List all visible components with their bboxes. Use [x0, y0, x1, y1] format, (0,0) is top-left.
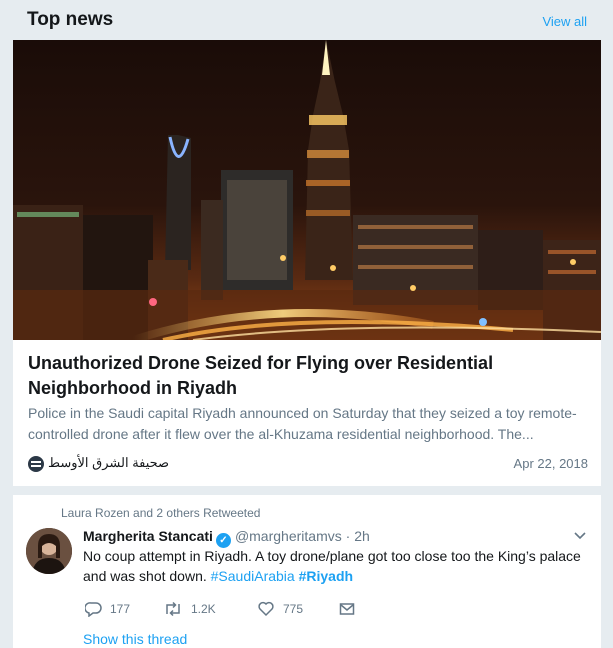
news-source-row: صحيفة الشرق الأوسط Apr 22, 2018: [28, 454, 588, 474]
heart-icon: [258, 601, 274, 617]
retweet-count: 1.2K: [191, 602, 216, 616]
like-count: 775: [283, 602, 304, 616]
message-button[interactable]: [339, 599, 363, 619]
avatar[interactable]: [26, 528, 72, 574]
author-name[interactable]: Margherita Stancati: [83, 528, 213, 544]
section-title: Top news: [27, 9, 114, 30]
retweet-context[interactable]: Laura Rozen and 2 others Retweeted: [61, 506, 260, 520]
news-source: صحيفة الشرق الأوسط: [48, 455, 170, 470]
tweet-author-row: Margherita Stancati ✓ @margheritamvs · 2h: [83, 528, 370, 548]
author-handle[interactable]: @margheritamvs: [235, 528, 342, 544]
show-thread-link[interactable]: Show this thread: [83, 631, 187, 647]
news-date: Apr 22, 2018: [513, 456, 588, 471]
news-card[interactable]: Unauthorized Drone Seized for Flying ove…: [13, 40, 601, 486]
tweet-text: No coup attempt in Riyadh. A toy drone/p…: [83, 546, 593, 586]
view-all-link[interactable]: View all: [542, 14, 587, 29]
reply-icon: [85, 602, 102, 617]
reply-count: 177: [110, 602, 131, 616]
retweet-icon: [166, 601, 180, 617]
news-summary: Police in the Saudi capital Riyadh annou…: [28, 405, 577, 442]
city-night-photo: [13, 40, 601, 340]
envelope-icon: [339, 603, 355, 615]
like-button[interactable]: 775: [257, 599, 303, 619]
tweet-card[interactable]: Laura Rozen and 2 others Retweeted Margh…: [13, 495, 601, 648]
news-image[interactable]: [13, 40, 601, 340]
reply-button[interactable]: 177: [85, 599, 130, 619]
news-headline[interactable]: Unauthorized Drone Seized for Flying ove…: [28, 351, 588, 401]
hashtag-riyadh[interactable]: #Riyadh: [299, 568, 353, 584]
hashtag-saudiarabia[interactable]: #SaudiArabia: [211, 568, 295, 584]
chevron-down-icon[interactable]: [573, 531, 587, 541]
separator: ·: [345, 528, 351, 544]
source-logo-icon: [28, 456, 44, 472]
retweet-button[interactable]: 1.2K: [163, 599, 216, 619]
tweet-time[interactable]: 2h: [354, 528, 370, 544]
tweet-actions: 177 1.2K 775: [85, 599, 385, 619]
top-news-header: Top news View all: [0, 0, 613, 40]
